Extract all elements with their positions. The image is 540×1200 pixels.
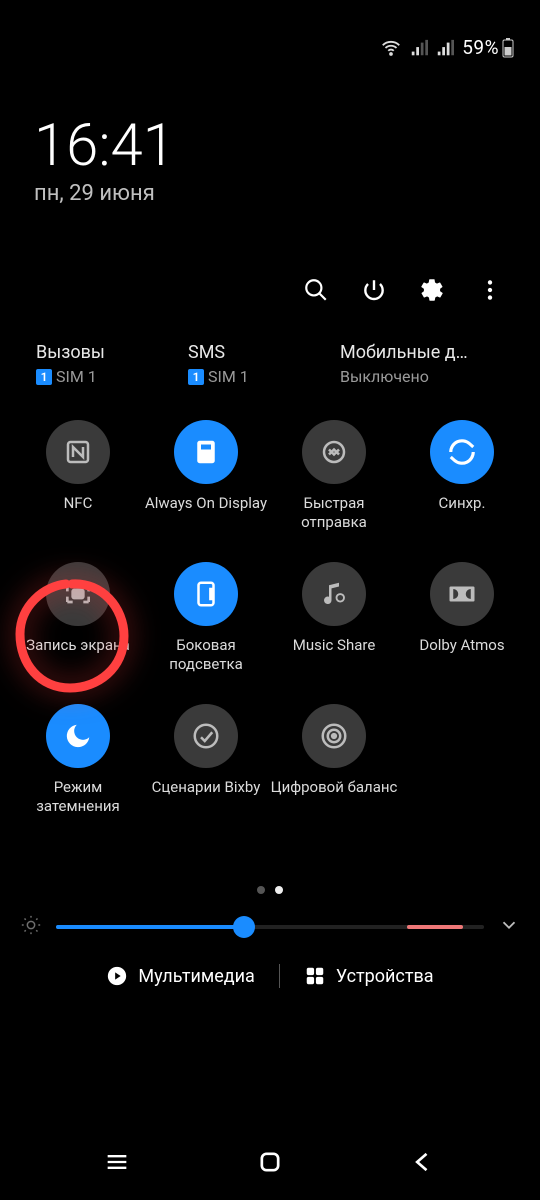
nav-back[interactable] xyxy=(403,1142,443,1182)
darkmode-icon xyxy=(46,704,110,768)
sync-icon xyxy=(430,420,494,484)
devices-button[interactable]: Устройства xyxy=(304,965,434,987)
signal1-icon xyxy=(410,39,428,57)
media-button[interactable]: Мультимедиа xyxy=(106,965,254,987)
battery-indicator: 59% xyxy=(462,36,514,59)
sim-row: Вызовы 1SIM 1 SMS 1SIM 1 Мобильные да… В… xyxy=(0,304,540,386)
qs-action-row xyxy=(0,206,540,304)
bixby-icon xyxy=(174,704,238,768)
qs-tile-darkmode[interactable]: Режим затемнения xyxy=(14,704,142,816)
qs-tile-label: NFC xyxy=(64,494,93,532)
signal2-icon xyxy=(436,39,454,57)
brightness-slider[interactable] xyxy=(56,925,484,929)
search-icon[interactable] xyxy=(302,276,330,304)
brightness-row xyxy=(0,894,540,940)
pager-dot-0 xyxy=(257,886,265,894)
qs-tile-edge[interactable]: Боковая подсветка xyxy=(142,562,270,674)
nav-bar xyxy=(0,1142,540,1182)
qs-tile-grid: NFC Always On DisplayБыстрая отправка Синх… xyxy=(0,386,540,816)
more-icon[interactable] xyxy=(476,276,504,304)
brightness-icon xyxy=(20,914,42,940)
qs-tile-label: Dolby Atmos xyxy=(419,636,504,674)
edge-icon xyxy=(174,562,238,626)
gear-icon[interactable] xyxy=(418,276,446,304)
clock-time: 16:41 xyxy=(34,117,506,175)
qs-tile-label: Боковая подсветка xyxy=(142,636,270,674)
quickshare-icon xyxy=(302,420,366,484)
footer-divider xyxy=(279,964,280,988)
sim-sms[interactable]: SMS 1SIM 1 xyxy=(188,342,340,386)
qs-tile-aod[interactable]: Always On Display xyxy=(142,420,270,532)
qs-tile-bixby[interactable]: Сценарии Bixby xyxy=(142,704,270,816)
wellbeing-icon xyxy=(302,704,366,768)
power-icon[interactable] xyxy=(360,276,388,304)
qs-tile-screenrec[interactable]: Запись экрана xyxy=(14,562,142,674)
pager-dots[interactable] xyxy=(0,886,540,894)
qs-tile-nfc[interactable]: NFC xyxy=(14,420,142,532)
nfc-icon xyxy=(46,420,110,484)
footer-row: Мультимедиа Устройства xyxy=(0,964,540,988)
qs-tile-wellbeing[interactable]: Цифровой баланс xyxy=(270,704,398,816)
qs-tile-quickshare[interactable]: Быстрая отправка xyxy=(270,420,398,532)
qs-tile-label: Режим затемнения xyxy=(14,778,142,816)
pager-dot-1 xyxy=(275,886,283,894)
qs-tile-label: Always On Display xyxy=(145,494,267,532)
nav-recent[interactable] xyxy=(97,1142,137,1182)
qs-tile-musicshare[interactable]: Music Share xyxy=(270,562,398,674)
status-bar: 59% xyxy=(0,0,540,67)
qs-tile-label: Сценарии Bixby xyxy=(152,778,261,816)
sim-data[interactable]: Мобильные да… Выключено xyxy=(340,342,492,386)
chevron-down-icon[interactable] xyxy=(498,914,520,940)
nav-home[interactable] xyxy=(250,1142,290,1182)
wifi-icon xyxy=(380,37,402,59)
musicshare-icon xyxy=(302,562,366,626)
screenrec-icon xyxy=(46,562,110,626)
aod-icon xyxy=(174,420,238,484)
clock-date: пн, 29 июня xyxy=(34,181,506,206)
qs-tile-dolby[interactable]: Dolby Atmos xyxy=(398,562,526,674)
qs-tile-label: Синхр. xyxy=(439,494,486,532)
qs-tile-sync[interactable]: Синхр. xyxy=(398,420,526,532)
sim-calls[interactable]: Вызовы 1SIM 1 xyxy=(36,342,188,386)
qs-tile-label: Быстрая отправка xyxy=(270,494,398,532)
qs-tile-label: Цифровой баланс xyxy=(271,778,398,816)
qs-tile-label: Запись экрана xyxy=(26,636,130,674)
qs-tile-label: Music Share xyxy=(293,636,376,674)
dolby-icon xyxy=(430,562,494,626)
clock-area: 16:41 пн, 29 июня xyxy=(0,67,540,206)
